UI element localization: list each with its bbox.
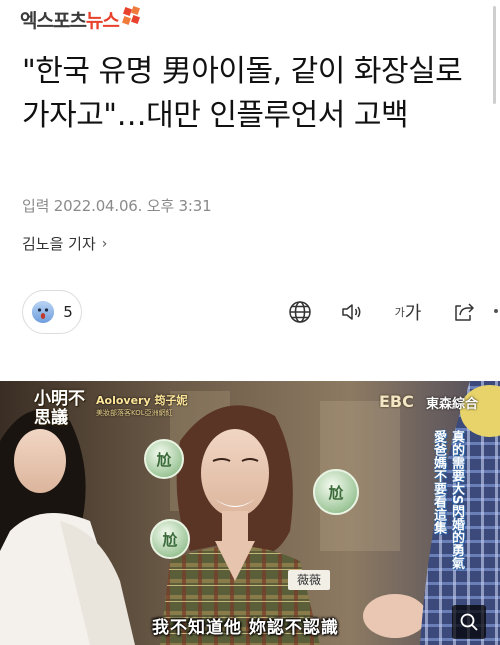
font-small-glyph: 가 [394,306,405,319]
font-size-button[interactable]: 가가 [390,298,426,326]
globe-icon [289,301,311,323]
share-icon [455,303,474,321]
surprised-face-icon [32,301,55,323]
zoom-button[interactable] [452,605,486,639]
reaction-button[interactable]: 5 [22,290,82,334]
sticker-bubble-text: 尬 [156,450,172,469]
guest-label: Aolovery 筠子妮 [96,394,188,407]
side-caption-2: 真的需要大S閃婚的勇氣 [449,430,464,570]
name-tag: 薇薇 [288,570,330,590]
side-caption-1: 愛爸媽不要看這集 [431,430,446,534]
article-title: "한국 유명 男아이돌, 같이 화장실로 가자고"…대만 인플루언서 고백 [22,54,463,133]
share-button[interactable] [451,298,477,326]
sticker-bubble-2: 尬 [313,469,359,515]
reporter-name: 김노을 기자 [22,235,96,253]
sticker-bubble-3: 尬 [150,519,190,559]
logo-main-text: 엑스포츠 [20,9,87,32]
reaction-count: 5 [63,303,73,321]
channel-name: 東森綜合 [426,397,479,412]
sticker-bubble-1: 尬 [144,439,184,479]
magnifier-icon [460,613,478,631]
translate-button[interactable] [287,298,313,326]
font-big-glyph: 가 [404,303,422,324]
listen-button[interactable] [339,298,365,326]
logo-mark-icon [121,6,140,25]
guest-subtitle: 美妝部落客KOL亞洲網紅 [96,409,173,417]
channel-logo: EBC [379,392,414,411]
reporter-link[interactable]: 김노을 기자 › [22,233,107,254]
sticker-bubble-text: 尬 [328,483,344,502]
show-title: 小明不思議 [34,389,85,428]
speaker-icon [342,304,361,320]
scrollbar[interactable] [493,6,496,104]
sticker-bubble-text: 尬 [162,530,178,549]
article-dateline: 입력 2022.04.06. 오후 3:31 [22,197,212,215]
site-logo[interactable]: 엑스포츠뉴스 [20,6,142,32]
logo-text: 엑스포츠뉴스 [20,6,120,33]
more-options-icon[interactable] [494,309,498,313]
chevron-right-icon: › [101,235,108,252]
subtitle-caption: 我不知道他 妳認不認識 [152,618,339,638]
logo-accent-text: 뉴스 [85,9,120,32]
